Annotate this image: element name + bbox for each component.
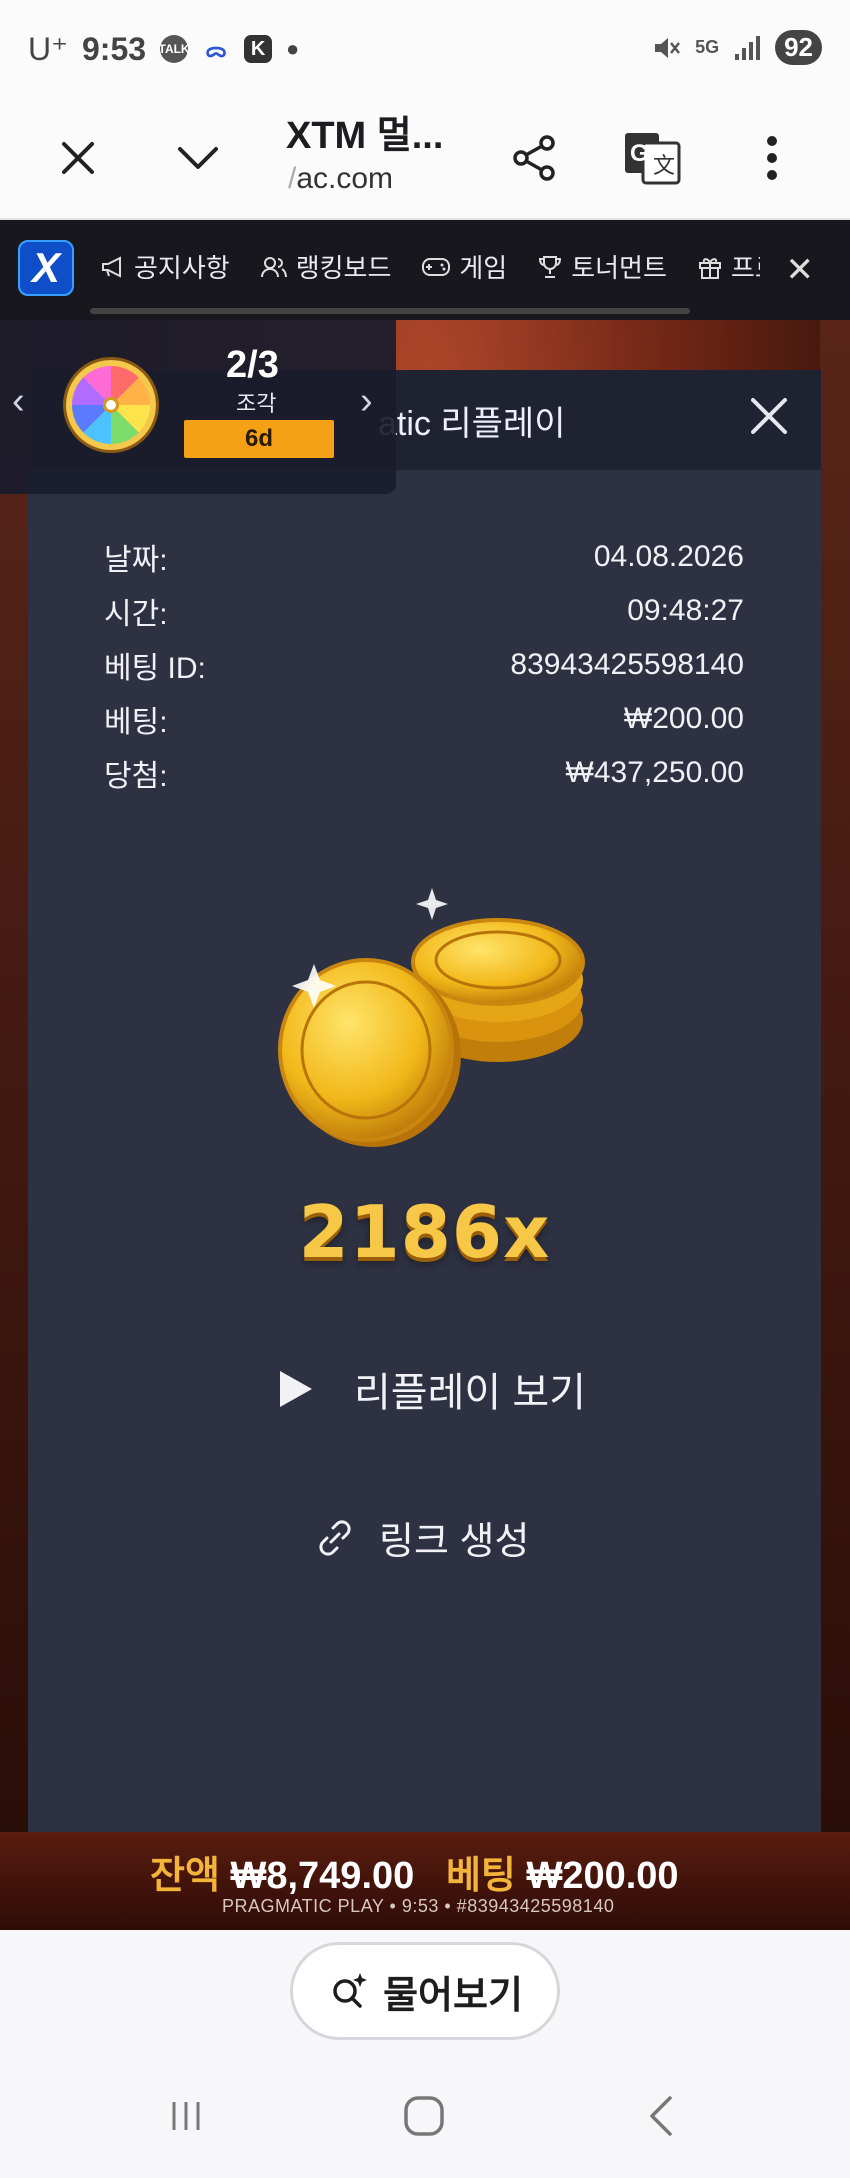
detail-label: 당첨: <box>104 760 168 793</box>
replay-panel: 날짜: 04.08.2026 시간: 09:48:27 베팅 ID: 83943… <box>28 470 821 1832</box>
mute-icon <box>655 37 681 58</box>
nav-item-game[interactable]: 게임 <box>421 248 507 285</box>
detail-row-bet: 베팅: ₩200.00 <box>104 692 744 746</box>
dot-icon: ● <box>286 36 300 61</box>
recent-apps-icon[interactable] <box>156 2086 216 2146</box>
detail-value: ₩200.00 <box>623 702 744 735</box>
status-bar: U⁺ 9:53 TALK ᯅ K ● 5G 92 <box>0 0 850 100</box>
fortune-wheel-icon[interactable] <box>66 360 156 450</box>
nav-item-label: 공지사항 <box>134 253 230 283</box>
wheel-timer-badge: 6d <box>184 420 334 458</box>
game-balance-bar: 잔액 ₩8,749.00 베팅 ₩200.00 PRAGMATIC PLAY •… <box>0 1832 850 1930</box>
view-replay-button[interactable]: 리플레이 보기 <box>278 1360 586 1418</box>
nav-items: 공지사항 랭킹보드 게임 토너먼트 프로 <box>100 248 760 285</box>
detail-value: 04.08.2026 <box>593 540 744 573</box>
page-url[interactable]: /ac.com <box>288 162 393 196</box>
svg-text:文: 文 <box>653 153 675 178</box>
win-multiplier: 2186x <box>298 1190 551 1274</box>
close-icon[interactable] <box>46 126 110 190</box>
balance-label: 잔액 <box>150 1855 220 1897</box>
create-link-button[interactable]: 링크 생성 <box>313 1510 529 1565</box>
notification-icon: ᯅ <box>205 39 227 62</box>
bet-label: 베팅 <box>445 1855 516 1897</box>
gamepad-icon <box>422 257 451 276</box>
gift-icon <box>698 257 721 279</box>
url-main: ac.com <box>296 162 394 195</box>
talk-icon: TALK <box>159 35 190 63</box>
k-app-icon: K <box>244 35 273 63</box>
bet-details: 날짜: 04.08.2026 시간: 09:48:27 베팅 ID: 83943… <box>104 530 744 800</box>
view-replay-label: 리플레이 보기 <box>354 1371 586 1415</box>
create-link-label: 링크 생성 <box>379 1521 530 1563</box>
nav-item-ranking[interactable]: 랭킹보드 <box>260 248 392 285</box>
translate-icon[interactable]: G文 <box>620 126 684 190</box>
detail-value: 83943425598140 <box>510 648 744 681</box>
game-footer-info: PRAGMATIC PLAY • 9:53 • #83943425598140 <box>222 1896 615 1916</box>
detail-value: 09:48:27 <box>627 594 744 627</box>
replay-panel-title: atic 리플레이 <box>378 405 566 443</box>
play-icon <box>280 1371 312 1407</box>
game-reel-left <box>0 320 30 1840</box>
nav-item-label: 랭킹보드 <box>295 253 392 283</box>
detail-value: ₩437,250.00 <box>565 756 744 789</box>
link-icon <box>319 1519 351 1556</box>
search-sparkle-icon <box>333 1973 368 2008</box>
balance-value: ₩8,749.00 <box>230 1855 415 1897</box>
system-nav-bar <box>0 2050 850 2178</box>
5g-icon: 5G <box>695 37 720 57</box>
nav-close-icon[interactable]: ✕ <box>786 250 815 290</box>
chevron-down-icon[interactable] <box>166 126 230 190</box>
gold-coins-icon <box>278 888 585 1147</box>
balance-line: 잔액 ₩8,749.00 베팅 ₩200.00 <box>150 1844 679 1899</box>
browser-toolbar: XTM 멀... /ac.com G文 <box>0 100 850 220</box>
nav-scrollbar[interactable] <box>90 308 690 314</box>
carrier-label: U⁺ <box>28 31 68 67</box>
detail-row-time: 시간: 09:48:27 <box>104 584 744 638</box>
site-logo[interactable]: X <box>18 240 74 296</box>
page-title: XTM 멀... <box>286 115 444 157</box>
bet-value: ₩200.00 <box>526 1855 679 1897</box>
detail-label: 베팅: <box>104 706 168 739</box>
trophy-icon <box>539 255 562 278</box>
game-reel-right <box>820 320 850 1840</box>
wheel-hub <box>103 397 119 413</box>
nav-item-notice[interactable]: 공지사항 <box>100 248 230 285</box>
detail-label: 시간: <box>104 598 168 631</box>
detail-label: 날짜: <box>104 544 168 577</box>
wheel-prev-icon[interactable]: ‹ <box>12 380 25 423</box>
status-right: 5G 92 <box>651 30 822 65</box>
replay-close-icon[interactable] <box>741 388 797 444</box>
users-icon <box>260 256 287 277</box>
wheel-next-icon[interactable]: › <box>360 380 373 423</box>
megaphone-icon <box>102 255 121 278</box>
detail-row-bet-id: 베팅 ID: 83943425598140 <box>104 638 744 692</box>
nav-item-label: 토너먼트 <box>571 253 667 283</box>
detail-row-date: 날짜: 04.08.2026 <box>104 530 744 584</box>
ask-button-label: 물어보기 <box>383 1974 523 2017</box>
home-icon[interactable] <box>394 2086 454 2146</box>
detail-label: 베팅 ID: <box>104 652 206 685</box>
share-icon[interactable] <box>502 126 566 190</box>
wheel-piece-label: 조각 <box>236 391 277 416</box>
detail-row-win: 당첨: ₩437,250.00 <box>104 746 744 800</box>
wheel-widget: ‹ 2/3 조각 6d › <box>0 320 396 494</box>
nav-item-tournament[interactable]: 토너먼트 <box>537 248 667 285</box>
svg-text:G: G <box>630 140 649 167</box>
ask-area: 물어보기 <box>0 1930 850 2050</box>
wheel-piece-count: 2/3 <box>226 344 279 386</box>
signal-icon <box>735 35 761 60</box>
nav-item-label: 프로 <box>730 253 760 283</box>
more-icon[interactable] <box>740 126 804 190</box>
nav-item-label: 게임 <box>459 253 508 283</box>
back-icon[interactable] <box>632 2086 692 2146</box>
site-nav: X 공지사항 랭킹보드 게임 토너먼트 프로 ✕ <box>0 220 850 320</box>
battery-indicator: 92 <box>775 30 822 65</box>
ask-button[interactable]: 물어보기 <box>290 1942 560 2040</box>
nav-item-promo[interactable]: 프로 <box>697 248 760 285</box>
status-left: U⁺ 9:53 TALK ᯅ K ● <box>28 30 299 68</box>
clock: 9:53 <box>82 30 147 67</box>
